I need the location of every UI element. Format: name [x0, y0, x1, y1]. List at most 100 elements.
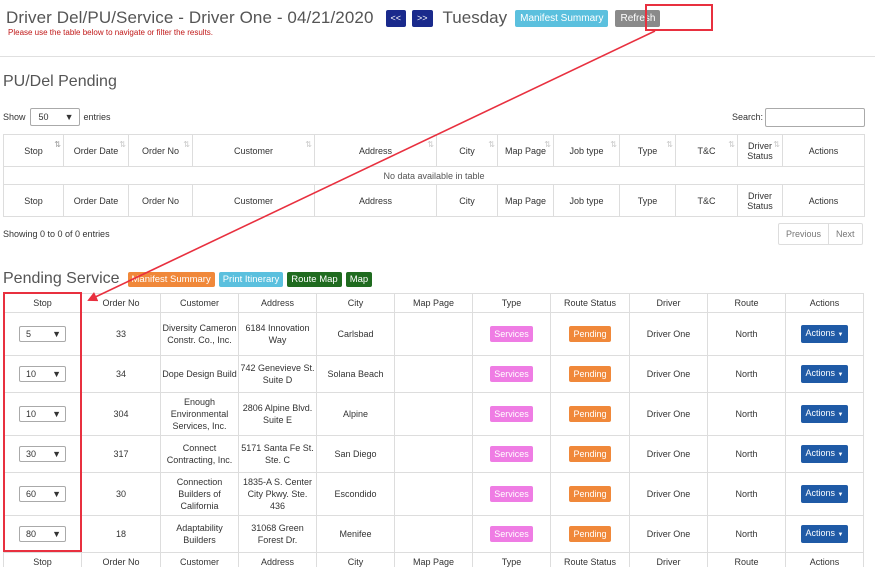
route-cell: North — [707, 472, 786, 516]
stop-select[interactable]: 5 ▼ — [19, 326, 66, 342]
ps-col-type[interactable]: Type — [472, 293, 551, 313]
select-caret-icon: ▼ — [52, 369, 61, 379]
pending-badge: Pending — [569, 526, 611, 542]
print-itinerary-button[interactable]: Print Itinerary — [218, 271, 284, 287]
customer-cell: Dope Design Build — [160, 355, 239, 393]
pudel-foot-driver-status: Driver Status — [737, 184, 783, 217]
pudel-foot-job-type: Job type — [553, 184, 620, 217]
order-no-cell: 317 — [81, 435, 161, 473]
pudel-col-city[interactable]: City ⇅ — [436, 134, 498, 167]
ps-col-address[interactable]: Address — [238, 293, 317, 313]
next-page-button[interactable]: Next — [828, 224, 862, 244]
next-day-button[interactable]: >> — [412, 9, 433, 27]
sort-icon: ⇅ — [427, 140, 434, 149]
ps-foot-route-status: Route Status — [550, 552, 630, 567]
ps-col-stop[interactable]: Stop — [3, 293, 82, 313]
actions-dropdown-button[interactable]: Actions ▼ — [800, 485, 849, 503]
driver-cell: Driver One — [629, 312, 708, 356]
map-page-cell — [394, 435, 473, 473]
pending-service-header: Pending Service Manifest Summary Print I… — [3, 270, 373, 288]
ps-manifest-summary-button[interactable]: Manifest Summary — [127, 271, 215, 287]
previous-page-button[interactable]: Previous — [779, 224, 828, 244]
entries-select[interactable]: 50 ▼ — [29, 108, 80, 126]
actions-dropdown-button[interactable]: Actions ▼ — [800, 445, 849, 463]
sort-icon: ⇅ — [119, 140, 126, 149]
map-page-cell — [394, 515, 473, 553]
route-status-cell: Pending — [550, 355, 630, 393]
stop-select[interactable]: 60 ▼ — [19, 486, 66, 502]
ps-foot-stop: Stop — [3, 552, 82, 567]
pending-badge: Pending — [569, 326, 611, 342]
sort-icon: ⇅ — [488, 140, 495, 149]
ps-foot-map-page: Map Page — [394, 552, 473, 567]
actions-cell: Actions ▼ — [785, 392, 864, 436]
search-label: Search: — [732, 112, 764, 122]
pudel-col-driver-status[interactable]: Driver Status ⇅ — [737, 134, 783, 167]
pagination: Previous Next — [778, 223, 863, 245]
driver-cell: Driver One — [629, 435, 708, 473]
order-no-cell: 33 — [81, 312, 161, 356]
pending-service-title: Pending Service — [3, 270, 120, 287]
order-no-cell: 18 — [81, 515, 161, 553]
select-caret-icon: ▼ — [52, 329, 61, 339]
select-caret-icon: ▼ — [52, 409, 61, 419]
caret-down-icon: ▼ — [837, 372, 844, 378]
ps-col-customer[interactable]: Customer — [160, 293, 239, 313]
driver-cell: Driver One — [629, 392, 708, 436]
manifest-summary-button[interactable]: Manifest Summary — [515, 9, 609, 27]
type-cell: Services — [472, 472, 551, 516]
pudel-col-customer[interactable]: Customer ⇅ — [192, 134, 315, 167]
pudel-col-stop[interactable]: Stop ⇅ — [3, 134, 64, 167]
pudel-col-order-date[interactable]: Order Date ⇅ — [63, 134, 129, 167]
stop-select-value: 10 — [26, 409, 37, 419]
driver-cell: Driver One — [629, 515, 708, 553]
ps-col-city[interactable]: City — [316, 293, 395, 313]
sort-asc-icon: ⇅ — [54, 140, 61, 149]
actions-cell: Actions ▼ — [785, 472, 864, 516]
show-label: Show — [3, 112, 26, 122]
refresh-highlight-box — [645, 4, 713, 31]
actions-dropdown-button[interactable]: Actions ▼ — [800, 365, 849, 383]
actions-dropdown-button[interactable]: Actions ▼ — [800, 325, 849, 343]
ps-col-driver[interactable]: Driver — [629, 293, 708, 313]
pudel-foot-tc: T&C — [675, 184, 738, 217]
pudel-col-tc[interactable]: T&C ⇅ — [675, 134, 738, 167]
pending-badge: Pending — [569, 366, 611, 382]
route-status-cell: Pending — [550, 472, 630, 516]
pudel-col-map-page[interactable]: Map Page ⇅ — [497, 134, 554, 167]
map-page-cell — [394, 355, 473, 393]
stop-select[interactable]: 30 ▼ — [19, 446, 66, 462]
route-cell: North — [707, 355, 786, 393]
pudel-col-address[interactable]: Address ⇅ — [314, 134, 437, 167]
search-input[interactable] — [765, 108, 865, 127]
ps-col-actions: Actions — [785, 293, 864, 313]
actions-dropdown-button[interactable]: Actions ▼ — [800, 525, 849, 543]
pudel-foot-type: Type — [619, 184, 676, 217]
ps-col-route[interactable]: Route — [707, 293, 786, 313]
route-status-cell: Pending — [550, 515, 630, 553]
ps-col-map-page[interactable]: Map Page — [394, 293, 473, 313]
city-cell: Carlsbad — [316, 312, 395, 356]
customer-cell: Adaptability Builders — [160, 515, 239, 553]
actions-dropdown-button[interactable]: Actions ▼ — [800, 405, 849, 423]
customer-cell: Connection Builders of California — [160, 472, 239, 516]
map-button[interactable]: Map — [345, 271, 373, 287]
pudel-col-order-no[interactable]: Order No ⇅ — [128, 134, 193, 167]
sort-icon: ⇅ — [544, 140, 551, 149]
instruction-text: Please use the table below to navigate o… — [8, 28, 214, 37]
stop-select[interactable]: 10 ▼ — [19, 406, 66, 422]
ps-foot-actions: Actions — [785, 552, 864, 567]
order-no-cell: 304 — [81, 392, 161, 436]
driver-cell: Driver One — [629, 472, 708, 516]
pudel-table: Stop ⇅ Order Date ⇅ Order No ⇅ Customer ⇅ Ad… — [3, 134, 865, 217]
route-map-button[interactable]: Route Map — [287, 271, 342, 287]
caret-down-icon: ▼ — [837, 452, 844, 458]
pudel-col-type[interactable]: Type ⇅ — [619, 134, 676, 167]
pudel-col-job-type[interactable]: Job type ⇅ — [553, 134, 620, 167]
ps-col-order-no[interactable]: Order No — [81, 293, 161, 313]
stop-select[interactable]: 80 ▼ — [19, 526, 66, 542]
prev-day-button[interactable]: << — [385, 9, 407, 27]
ps-col-route-status[interactable]: Route Status — [550, 293, 630, 313]
stop-select[interactable]: 10 ▼ — [19, 366, 66, 382]
pudel-header-row: Stop ⇅ Order Date ⇅ Order No ⇅ Customer ⇅ Ad… — [3, 134, 865, 167]
